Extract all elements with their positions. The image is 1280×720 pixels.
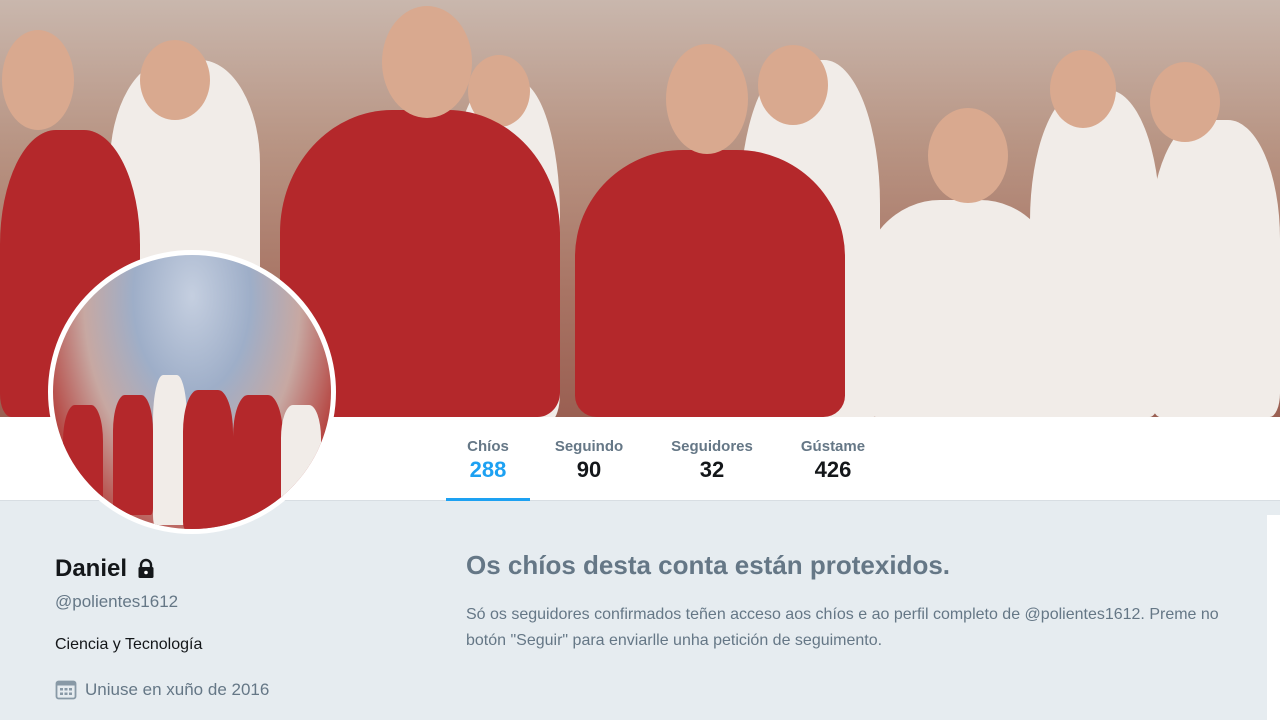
- calendar-icon: [55, 680, 77, 700]
- profile-handle: @polientes1612: [55, 592, 179, 611]
- protected-title: Os chíos desta conta están protexidos.: [466, 550, 951, 580]
- lock-icon: [135, 558, 157, 580]
- tab-followers[interactable]: Seguidores 32: [664, 417, 760, 501]
- tab-likes-label: Gústame: [800, 438, 866, 455]
- profile-name-text: Daniel: [55, 555, 128, 582]
- tab-following-label: Seguindo: [554, 438, 624, 455]
- protected-text: Só os seguidores confirmados teñen acces…: [466, 606, 1219, 649]
- tab-tweets-count: 288: [469, 457, 507, 482]
- protected-tweets-panel: Os chíos desta conta están protexidos. S…: [445, 530, 1267, 720]
- tab-followers-label: Seguidores: [671, 438, 753, 455]
- profile-joined-text: Uniuse en xuño de 2016: [85, 680, 270, 699]
- profile-joined: Uniuse en xuño de 2016: [55, 680, 269, 700]
- tab-following-count: 90: [576, 457, 602, 482]
- tab-followers-count: 32: [699, 457, 725, 482]
- avatar[interactable]: [48, 250, 336, 534]
- tab-likes[interactable]: Gústame 426: [794, 417, 872, 501]
- tab-following[interactable]: Seguindo 90: [546, 417, 632, 501]
- tab-tweets-label: Chíos: [467, 438, 509, 455]
- tab-likes-count: 426: [814, 457, 852, 482]
- tab-tweets[interactable]: Chíos 288: [446, 417, 530, 501]
- profile-bio: Ciencia y Tecnología: [55, 636, 203, 653]
- right-column-edge: [1267, 515, 1280, 720]
- profile-name: Daniel: [55, 555, 157, 583]
